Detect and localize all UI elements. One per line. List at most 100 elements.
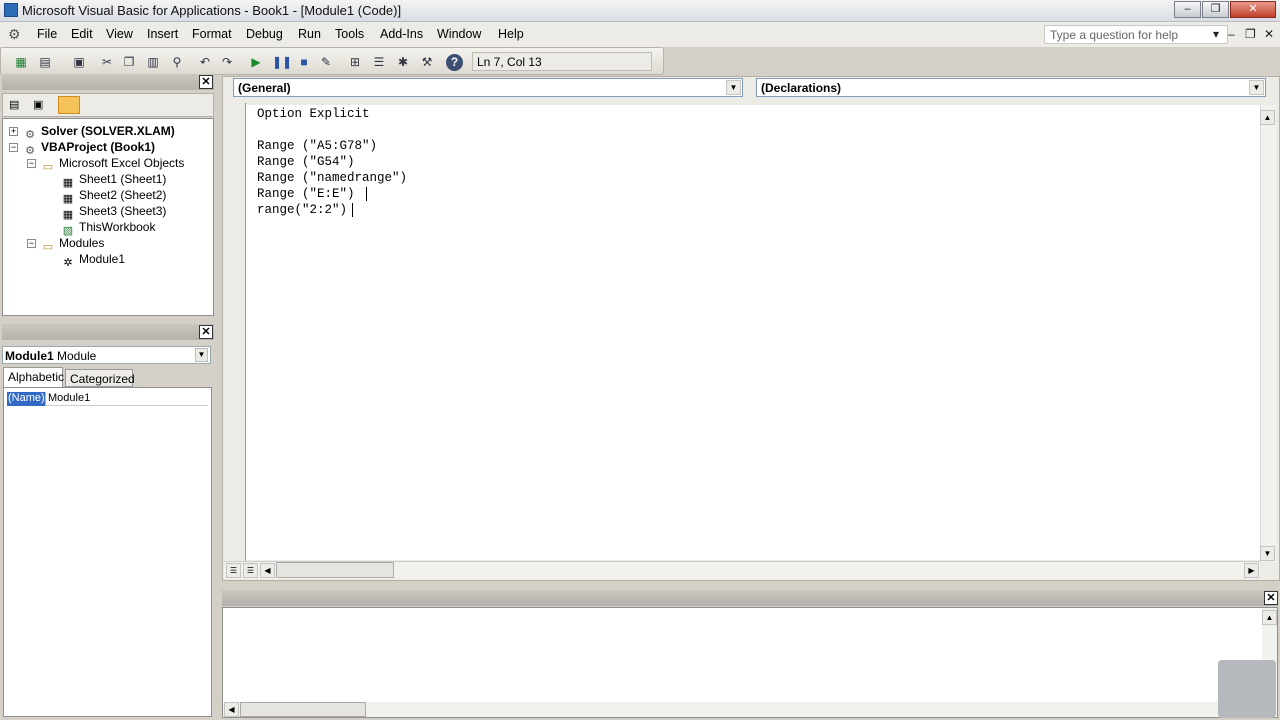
minimize-button[interactable]: – xyxy=(1174,1,1201,18)
paste-icon[interactable]: ▥ xyxy=(145,54,161,70)
code-line[interactable]: Range ("G54") xyxy=(257,154,355,170)
scroll-up-icon[interactable]: ▲ xyxy=(1262,610,1277,625)
menu-view[interactable]: View xyxy=(106,27,133,41)
property-name[interactable]: (Name) xyxy=(7,392,45,406)
menu-edit[interactable]: Edit xyxy=(71,27,93,41)
code-line[interactable]: range("2:2") xyxy=(257,202,347,218)
object-name: Module1 xyxy=(5,349,54,363)
tree-item-sheet3[interactable]: ▦ Sheet3 (Sheet3) xyxy=(61,203,167,221)
immediate-titlebar[interactable] xyxy=(222,590,1278,606)
help-search-input[interactable]: Type a question for help xyxy=(1044,25,1228,44)
mdi-dropdown-icon[interactable]: ▾ xyxy=(1213,27,1219,41)
collapse-modules-icon[interactable]: − xyxy=(27,239,36,248)
project-explorer-tree: + ⚙ Solver (SOLVER.XLAM) − ⚙ VBAProject (B… xyxy=(2,118,214,316)
run-icon[interactable]: ▶ xyxy=(248,54,264,70)
properties-object-select[interactable]: Module1 Module ▼ xyxy=(2,346,211,364)
i-beam-cursor xyxy=(366,187,367,201)
scroll-up-icon[interactable]: ▲ xyxy=(1260,110,1275,125)
tree-item-thisworkbook[interactable]: ▧ ThisWorkbook xyxy=(61,219,156,237)
save-icon[interactable]: ▣ xyxy=(71,54,87,70)
menu-debug[interactable]: Debug xyxy=(246,27,283,41)
tree-item-sheet2[interactable]: ▦ Sheet2 (Sheet2) xyxy=(61,187,167,205)
horizontal-scroll-thumb[interactable] xyxy=(276,562,394,578)
tree-item-module1[interactable]: ✲ Module1 xyxy=(61,251,125,269)
property-value[interactable]: Module1 xyxy=(46,392,208,406)
menu-window[interactable]: Window xyxy=(437,27,481,41)
tab-alphabetic[interactable]: Alphabetic xyxy=(3,367,64,387)
view-excel-icon[interactable]: ▦ xyxy=(13,54,29,70)
view-code-icon[interactable]: ▤ xyxy=(9,98,25,112)
collapse-vbaproject-icon[interactable]: − xyxy=(9,143,18,152)
toggle-folders-icon[interactable] xyxy=(58,96,80,114)
reset-icon[interactable]: ■ xyxy=(296,54,312,70)
restore-button[interactable]: ❐ xyxy=(1202,1,1229,18)
menu-add-ins[interactable]: Add-Ins xyxy=(380,27,423,41)
break-icon[interactable]: ❚❚ xyxy=(272,54,292,70)
menu-help[interactable]: Help xyxy=(498,27,524,41)
code-line[interactable]: Range ("E:E") xyxy=(257,186,355,202)
code-line[interactable]: Range ("A5:G78") xyxy=(257,138,377,154)
properties-window-icon[interactable]: ☰ xyxy=(371,54,387,70)
mdi-close-icon[interactable]: ✕ xyxy=(1264,27,1274,41)
zoom-grid-icon[interactable] xyxy=(1218,660,1276,718)
vba-app-icon xyxy=(4,3,18,17)
undo-icon[interactable]: ↶ xyxy=(197,54,213,70)
margin-indicator-bar[interactable] xyxy=(224,103,246,561)
mdi-minimize-icon[interactable]: – xyxy=(1228,27,1235,41)
collapse-excel-objects-icon[interactable]: − xyxy=(27,159,36,168)
properties-close-icon[interactable]: ✕ xyxy=(199,325,213,339)
find-icon[interactable]: ⚲ xyxy=(169,54,185,70)
properties-titlebar[interactable] xyxy=(2,324,214,340)
menu-format[interactable]: Format xyxy=(192,27,232,41)
toolbox-icon[interactable]: ⚒ xyxy=(419,54,435,70)
immediate-scroll-thumb[interactable] xyxy=(240,702,366,717)
project-explorer-titlebar[interactable] xyxy=(2,74,214,90)
help-icon[interactable]: ? xyxy=(446,54,463,71)
tree-item-solver[interactable]: ⚙ Solver (SOLVER.XLAM) xyxy=(23,123,175,141)
code-vertical-scrollbar[interactable] xyxy=(1260,105,1276,562)
project-explorer-icon[interactable]: ⊞ xyxy=(347,54,363,70)
code-line[interactable]: Option Explicit xyxy=(257,106,370,122)
insert-module-icon[interactable]: ▤ xyxy=(37,54,53,70)
design-mode-icon[interactable]: ✎ xyxy=(318,54,334,70)
immediate-close-icon[interactable]: ✕ xyxy=(1264,591,1278,605)
scroll-right-icon[interactable]: ▶ xyxy=(1244,563,1259,578)
chevron-down-icon[interactable]: ▼ xyxy=(1249,80,1264,95)
immediate-horizontal-scrollbar[interactable] xyxy=(223,702,1218,717)
cut-icon[interactable]: ✂ xyxy=(99,54,115,70)
chevron-down-icon[interactable]: ▼ xyxy=(726,80,741,95)
redo-icon[interactable]: ↷ xyxy=(219,54,235,70)
view-object-icon[interactable]: ▣ xyxy=(33,98,49,112)
tree-item-vbaproject[interactable]: ⚙ VBAProject (Book1) xyxy=(23,139,155,157)
object-combo[interactable]: (General) ▼ xyxy=(233,78,743,97)
code-editor[interactable]: Option Explicit Range ("A5:G78") Range (… xyxy=(246,105,1260,560)
procedure-view-icon[interactable]: ☰ xyxy=(226,563,241,578)
vba-menu-icon[interactable]: ⚙ xyxy=(8,26,26,42)
menu-tools[interactable]: Tools xyxy=(335,27,364,41)
object-browser-icon[interactable]: ✱ xyxy=(395,54,411,70)
scroll-left-icon[interactable]: ◀ xyxy=(260,563,275,578)
window-title: Microsoft Visual Basic for Applications … xyxy=(22,3,402,18)
project-explorer-close-icon[interactable]: ✕ xyxy=(199,75,213,89)
menu-insert[interactable]: Insert xyxy=(147,27,178,41)
tree-item-sheet1[interactable]: ▦ Sheet1 (Sheet1) xyxy=(61,171,167,189)
menu-file[interactable]: File xyxy=(37,27,57,41)
expand-solver-icon[interactable]: + xyxy=(9,127,18,136)
code-line[interactable]: Range ("namedrange") xyxy=(257,170,407,186)
folder-icon: ▭ xyxy=(42,241,54,253)
tree-item-modules[interactable]: ▭ Modules xyxy=(41,235,105,253)
chevron-down-icon[interactable]: ▼ xyxy=(195,348,208,362)
copy-icon[interactable]: ❐ xyxy=(121,54,137,70)
tab-categorized[interactable]: Categorized xyxy=(65,369,135,387)
tree-label: ThisWorkbook xyxy=(79,220,156,234)
full-module-view-icon[interactable]: ☰ xyxy=(243,563,258,578)
mdi-restore-icon[interactable]: ❐ xyxy=(1245,27,1256,41)
tree-item-excel-objects[interactable]: ▭ Microsoft Excel Objects xyxy=(41,155,185,173)
scroll-down-icon[interactable]: ▼ xyxy=(1260,546,1275,561)
tree-label: Sheet2 (Sheet2) xyxy=(79,188,167,202)
close-button[interactable]: ✕ xyxy=(1230,1,1276,18)
procedure-combo[interactable]: (Declarations) ▼ xyxy=(756,78,1266,97)
menu-run[interactable]: Run xyxy=(298,27,321,41)
object-type: Module xyxy=(57,349,97,363)
scroll-left-icon[interactable]: ◀ xyxy=(224,702,239,717)
